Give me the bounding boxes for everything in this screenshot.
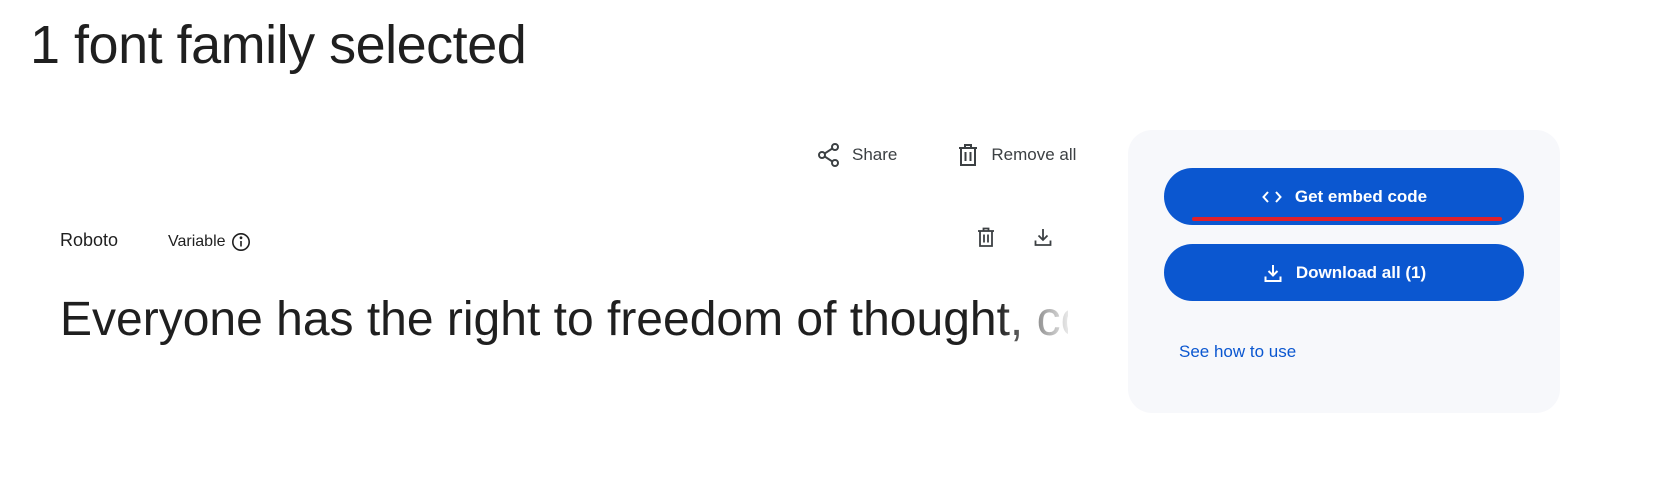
page-title: 1 font family selected	[30, 15, 527, 75]
download-all-label: Download all (1)	[1295, 262, 1427, 282]
code-icon	[1261, 186, 1283, 208]
download-all-button[interactable]: Download all (1)	[1164, 244, 1524, 301]
share-icon	[816, 142, 842, 168]
variable-label: Variable	[168, 233, 226, 250]
download-family-button[interactable]	[1026, 222, 1060, 256]
share-button[interactable]: Share	[810, 138, 903, 172]
variable-badge: Variable	[168, 232, 251, 252]
info-icon[interactable]	[231, 232, 251, 252]
trash-icon	[955, 142, 981, 168]
see-how-to-use-link[interactable]: See how to use	[1179, 342, 1296, 362]
embed-side-panel: Get embed code Download all (1) See how …	[1128, 130, 1560, 413]
remove-all-label: Remove all	[991, 145, 1077, 164]
font-family-name: Roboto	[60, 230, 119, 250]
selected-families-page: 1 font family selected Share Remove all …	[0, 0, 1660, 502]
selection-toolbar: Share Remove all	[810, 138, 1082, 172]
font-preview-text[interactable]: Everyone has the right to freedom of tho…	[60, 292, 1068, 358]
get-embed-code-label: Get embed code	[1294, 186, 1428, 206]
embed-highlight-underline	[1192, 217, 1502, 221]
download-icon	[1032, 226, 1054, 253]
share-label: Share	[852, 145, 898, 164]
font-family-row: Roboto Variable	[60, 222, 1080, 262]
remove-all-button[interactable]: Remove all	[949, 138, 1082, 172]
remove-family-button[interactable]	[969, 222, 1003, 256]
download-icon	[1262, 262, 1284, 284]
trash-icon	[975, 226, 997, 253]
